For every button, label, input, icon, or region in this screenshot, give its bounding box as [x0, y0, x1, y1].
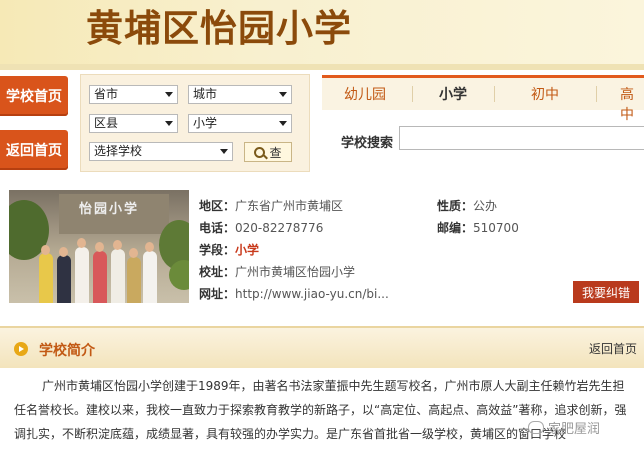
school-select-value: 选择学校: [94, 144, 143, 158]
province-select-value: 省市: [94, 87, 119, 101]
level-select[interactable]: 小学: [188, 114, 292, 133]
section-title: 学校简介: [39, 343, 95, 359]
info-stage-value: 小学: [235, 243, 260, 257]
info-school-value: 广州市黄埔区怡园小学: [235, 265, 356, 279]
city-select[interactable]: 城市: [188, 85, 292, 104]
level-tabs: 幼儿园 小学 初中 高中: [322, 75, 644, 123]
tab-divider: [494, 86, 495, 102]
watermark-text: 家肥屋润: [548, 422, 601, 437]
person-head: [145, 242, 154, 252]
info-stage: 学段：小学: [199, 241, 259, 258]
info-school: 校址：广州市黄埔区怡园小学: [199, 263, 355, 280]
search-button-label: 查: [269, 145, 282, 160]
info-stage-label: 学段：: [199, 243, 236, 257]
search-icon: [254, 146, 266, 158]
chevron-down-icon: [220, 149, 228, 154]
back-home-button[interactable]: 返回首页: [0, 130, 68, 170]
tab-divider: [412, 86, 413, 102]
school-sign: 怡园小学: [79, 202, 140, 217]
info-phone-value: 020-82278776: [235, 221, 324, 235]
info-school-label: 校址：: [199, 265, 236, 279]
district-select-value: 区县: [94, 116, 119, 130]
person: [57, 255, 71, 303]
info-address-label: 地区：: [199, 199, 236, 213]
info-url-label: 网址：: [199, 287, 236, 301]
section-back-link[interactable]: 返回首页: [589, 340, 637, 357]
tab-middle[interactable]: 初中: [531, 84, 559, 104]
person: [39, 253, 53, 303]
person-head: [41, 245, 50, 255]
district-select[interactable]: 区县: [89, 114, 178, 133]
tab-primary[interactable]: 小学: [439, 84, 467, 104]
school-photo: 怡园小学: [9, 190, 189, 303]
info-zip-label: 邮编：: [437, 221, 474, 235]
person-head: [95, 242, 104, 252]
person-head: [129, 248, 138, 258]
info-address-value: 广东省广州市黄埔区: [235, 199, 344, 213]
info-zip-value: 510700: [473, 221, 519, 235]
chevron-down-icon: [279, 121, 287, 126]
city-select-value: 城市: [193, 87, 218, 101]
chevron-down-icon: [165, 121, 173, 126]
info-nature-value: 公办: [473, 199, 498, 213]
section-header: 学校简介 返回首页: [0, 326, 644, 368]
info-phone-label: 电话：: [199, 221, 236, 235]
wechat-icon: [528, 421, 544, 434]
chevron-down-icon: [279, 92, 287, 97]
info-nature: 性质：公办: [437, 197, 497, 214]
info-zip: 邮编：510700: [437, 219, 519, 236]
person-head: [113, 240, 122, 250]
person: [143, 251, 157, 303]
report-error-button[interactable]: 我要纠错: [573, 281, 639, 303]
province-select[interactable]: 省市: [89, 85, 178, 104]
tab-kindergarten[interactable]: 幼儿园: [344, 84, 386, 104]
info-address: 地区：广东省广州市黄埔区: [199, 197, 343, 214]
person: [111, 249, 125, 303]
school-search-input[interactable]: [399, 126, 644, 150]
plant: [169, 260, 189, 290]
level-select-value: 小学: [193, 116, 218, 130]
person-head: [59, 247, 68, 257]
search-button[interactable]: 查: [244, 142, 292, 162]
info-nature-label: 性质：: [437, 199, 474, 213]
school-title: 黄埔区怡园小学: [86, 6, 352, 50]
header-banner: 黄埔区怡园小学: [0, 0, 644, 64]
info-url: 网址：http://www.jiao-yu.cn/bi...: [199, 285, 389, 302]
info-phone: 电话：020-82278776: [199, 219, 323, 236]
info-url-link[interactable]: http://www.jiao-yu.cn/bi...: [235, 287, 389, 301]
play-icon: [14, 342, 28, 356]
person-head: [77, 238, 86, 248]
school-search-label: 学校搜索: [341, 136, 394, 151]
chevron-down-icon: [165, 92, 173, 97]
watermark: 家肥屋润: [528, 418, 600, 437]
person: [93, 251, 107, 303]
person: [127, 257, 141, 303]
tab-divider: [596, 86, 597, 102]
school-home-button[interactable]: 学校首页: [0, 76, 68, 116]
school-select[interactable]: 选择学校: [89, 142, 233, 161]
tab-high[interactable]: 高中: [620, 84, 644, 124]
person: [75, 247, 89, 303]
header-divider: [0, 64, 644, 70]
